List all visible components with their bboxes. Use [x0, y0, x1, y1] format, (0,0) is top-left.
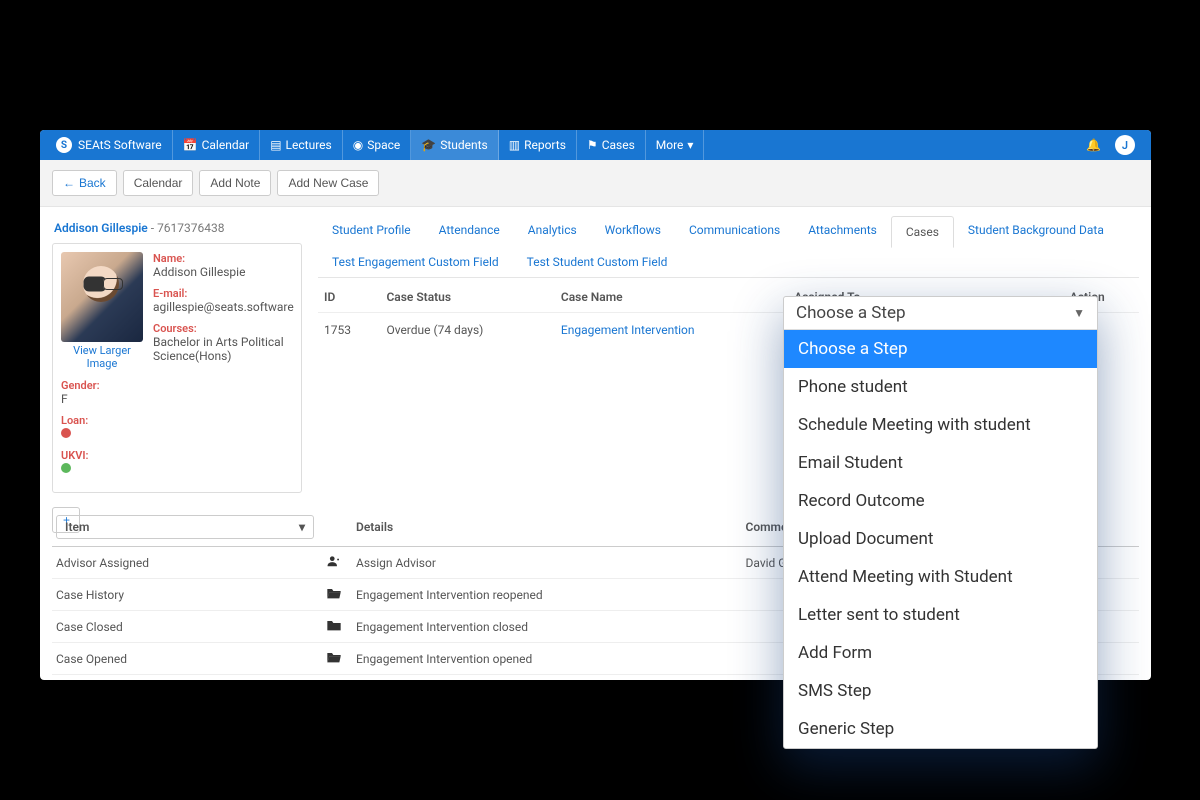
person-add-icon: [326, 557, 342, 571]
chevron-down-icon: ▾: [299, 520, 305, 534]
dropdown-option[interactable]: Phone student: [784, 368, 1097, 406]
brand-label: SEAtS Software: [78, 138, 162, 152]
case-status: Overdue (74 days): [380, 313, 554, 348]
col-status: Case Status: [380, 284, 554, 313]
student-card: View Larger Image Name:Addison Gillespie…: [52, 243, 302, 493]
nav-reports[interactable]: ▥Reports: [499, 130, 577, 160]
student-photo: [61, 252, 143, 342]
calendar-icon: 📅: [183, 138, 198, 152]
tab-workflows[interactable]: Workflows: [591, 215, 675, 247]
loan-status-dot: [61, 428, 71, 438]
dropdown-header[interactable]: Choose a Step ▼: [784, 297, 1097, 330]
item-name: Case Opened: [56, 652, 326, 666]
calendar-button[interactable]: Calendar: [123, 170, 194, 196]
tab-communications[interactable]: Communications: [675, 215, 794, 247]
triangle-down-icon: ▼: [1073, 306, 1085, 320]
graduation-icon: 🎓: [421, 138, 436, 152]
dropdown-option[interactable]: Schedule Meeting with student: [784, 406, 1097, 444]
dropdown-option[interactable]: Record Outcome: [784, 482, 1097, 520]
tab-test-student[interactable]: Test Student Custom Field: [513, 247, 682, 277]
dropdown-option[interactable]: Letter sent to student: [784, 596, 1097, 634]
subtabs: Student Profile Attendance Analytics Wor…: [318, 215, 1139, 278]
back-button[interactable]: ←Back: [52, 170, 117, 196]
student-name-link[interactable]: Addison Gillespie: [54, 221, 148, 235]
item-details: Engagement Intervention closed: [356, 620, 746, 634]
dropdown-option[interactable]: Add Form: [784, 634, 1097, 672]
tab-student-profile[interactable]: Student Profile: [318, 215, 425, 247]
nav-cases[interactable]: ⚑Cases: [577, 130, 646, 160]
tab-attendance[interactable]: Attendance: [425, 215, 514, 247]
brand[interactable]: S SEAtS Software: [46, 130, 173, 160]
ukvi-status-dot: [61, 463, 71, 473]
topbar: S SEAtS Software 📅Calendar ▤Lectures ◉Sp…: [40, 130, 1151, 160]
chart-icon: ▥: [509, 138, 520, 152]
brand-logo-icon: S: [56, 137, 72, 153]
nav-space[interactable]: ◉Space: [343, 130, 412, 160]
dropdown-option[interactable]: Choose a Step: [784, 330, 1097, 368]
add-new-case-button[interactable]: Add New Case: [277, 170, 379, 196]
bell-icon[interactable]: 🔔: [1086, 138, 1101, 152]
add-note-button[interactable]: Add Note: [199, 170, 271, 196]
dropdown-option[interactable]: Generic Step: [784, 710, 1097, 748]
nav-calendar[interactable]: 📅Calendar: [173, 130, 261, 160]
tab-cases[interactable]: Cases: [891, 216, 954, 248]
tab-engagement[interactable]: Test Engagement Custom Field: [318, 247, 513, 277]
col-id: ID: [318, 284, 380, 313]
dropdown-option[interactable]: Attend Meeting with Student: [784, 558, 1097, 596]
tab-analytics[interactable]: Analytics: [514, 215, 591, 247]
tab-attachments[interactable]: Attachments: [794, 215, 891, 247]
case-name-link[interactable]: Engagement Intervention: [555, 313, 788, 348]
folder-open-icon: [326, 589, 342, 603]
presentation-icon: ▤: [270, 138, 281, 152]
case-id: 1753: [318, 313, 380, 348]
dropdown-option[interactable]: Upload Document: [784, 520, 1097, 558]
col-name: Case Name: [555, 284, 788, 313]
view-larger-image-link[interactable]: View Larger Image: [61, 344, 143, 370]
item-details: Engagement Intervention reopened: [356, 588, 746, 602]
action-toolbar: ←Back Calendar Add Note Add New Case: [40, 160, 1151, 207]
student-email: agillespie@seats.software: [153, 300, 294, 314]
folder-open-icon: [326, 653, 342, 667]
student-course: Bachelor in Arts Political Science(Hons): [153, 335, 294, 363]
tab-background[interactable]: Student Background Data: [954, 215, 1118, 247]
item-details: Engagement Intervention opened: [356, 652, 746, 666]
student-title: Addison Gillespie - 7617376438: [54, 221, 300, 235]
action-step-dropdown[interactable]: Choose a Step ▼ Choose a StepPhone stude…: [783, 296, 1098, 749]
folder-closed-icon: [326, 621, 342, 635]
top-nav: 📅Calendar ▤Lectures ◉Space 🎓Students ▥Re…: [173, 130, 705, 160]
chevron-down-icon: ▾: [687, 138, 693, 152]
nav-lectures[interactable]: ▤Lectures: [260, 130, 343, 160]
item-name: Case Closed: [56, 620, 326, 634]
flag-icon: ⚑: [587, 138, 598, 152]
nav-students[interactable]: 🎓Students: [411, 130, 499, 160]
student-id: 7617376438: [157, 221, 224, 235]
item-name: Case History: [56, 588, 326, 602]
item-name: Advisor Assigned: [56, 556, 326, 570]
user-avatar[interactable]: J: [1115, 135, 1135, 155]
item-details: Assign Advisor: [356, 556, 746, 570]
arrow-left-icon: ←: [63, 176, 75, 190]
dropdown-option[interactable]: SMS Step: [784, 672, 1097, 710]
nav-more[interactable]: More ▾: [646, 130, 705, 160]
dropdown-option[interactable]: Email Student: [784, 444, 1097, 482]
globe-icon: ◉: [353, 138, 363, 152]
item-filter-select[interactable]: Item ▾: [56, 515, 314, 539]
